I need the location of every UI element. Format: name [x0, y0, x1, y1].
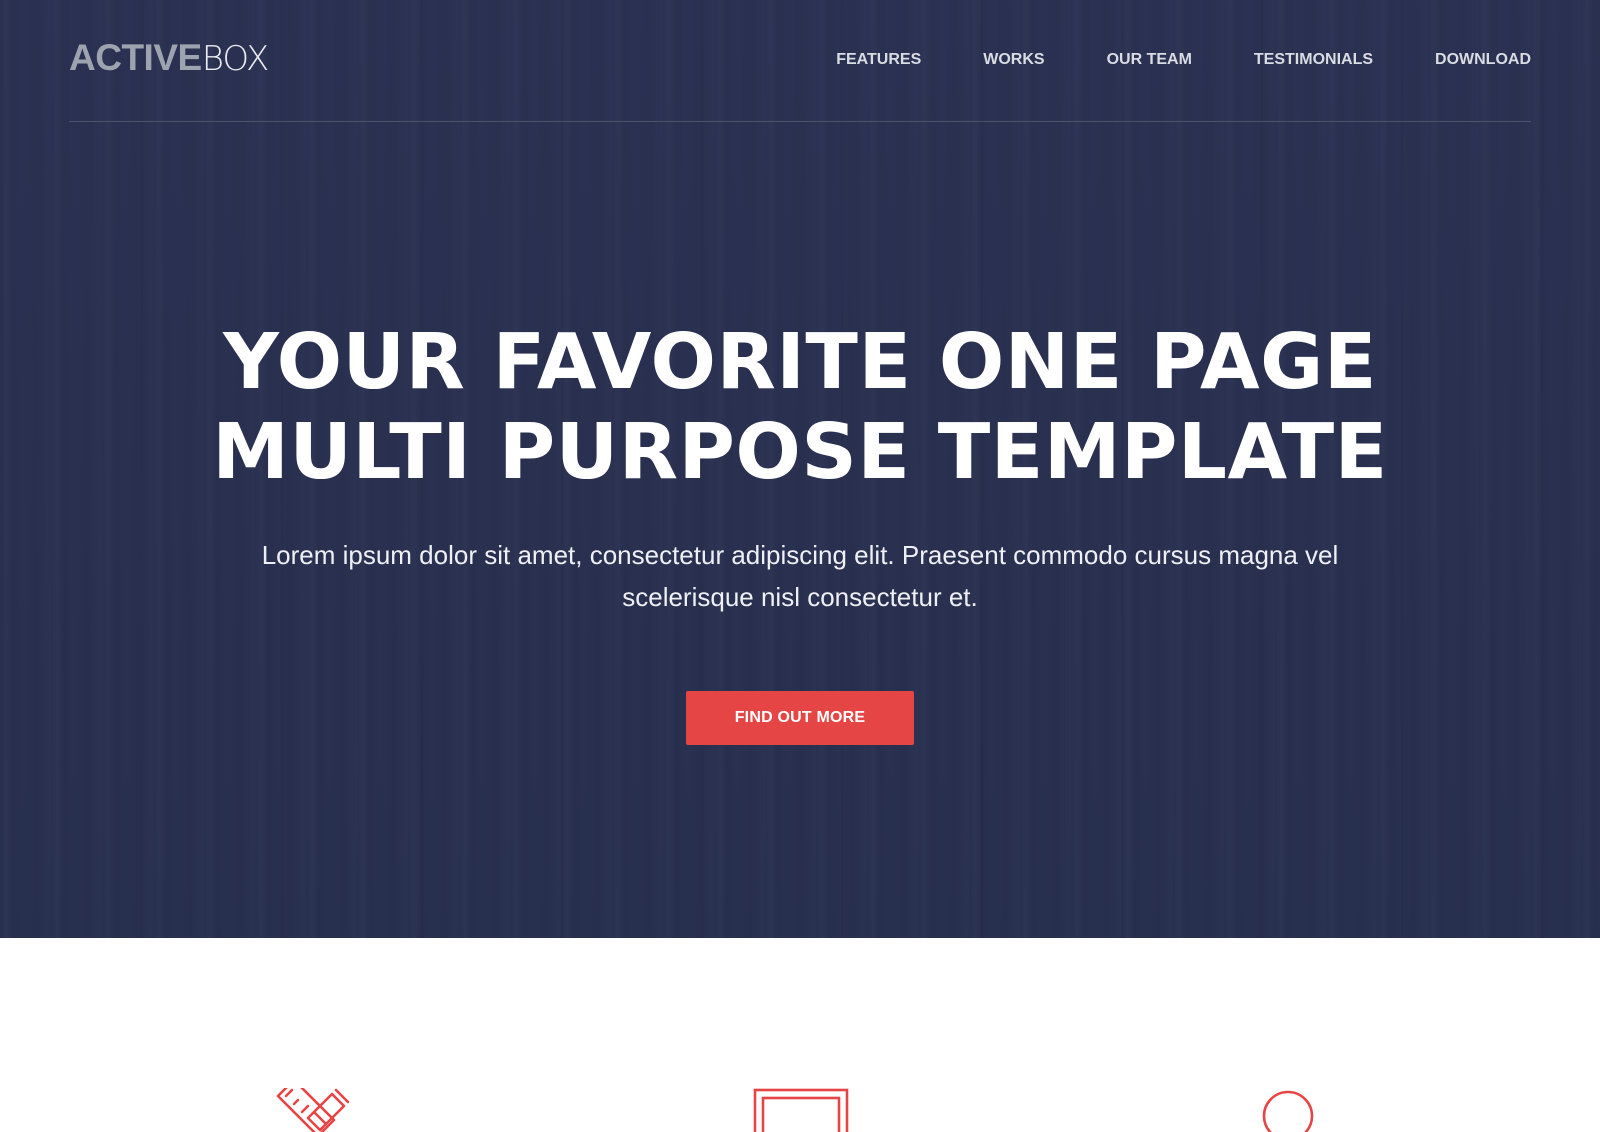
nav-item-features[interactable]: FEATURES [836, 48, 921, 72]
hero-subtitle: Lorem ipsum dolor sit amet, consectetur … [150, 534, 1450, 618]
hero-section: ACTIVEBOX FEATURES WORKS OUR TEAM TESTIM… [0, 0, 1600, 938]
hero-subtitle-line-1: Lorem ipsum dolor sit amet, consectetur … [261, 540, 1339, 570]
frame-icon [753, 1088, 849, 1132]
logo-bold-text: ACTIVE [69, 37, 202, 78]
features-section [0, 938, 1600, 1132]
nav-item-works[interactable]: WORKS [983, 48, 1044, 72]
hero-title-line-2: MULTI PURPOSE TEMPLATE [212, 408, 1388, 497]
main-nav: FEATURES WORKS OUR TEAM TESTIMONIALS DOW… [774, 48, 1531, 72]
circle-icon [1261, 1088, 1317, 1132]
logo-light-text: BOX [201, 39, 270, 79]
pencil-ruler-icon [272, 1088, 352, 1132]
hero-subtitle-line-2: scelerisque nisl consectetur et. [622, 582, 978, 612]
header-divider [69, 121, 1531, 122]
landing-page: ACTIVEBOX FEATURES WORKS OUR TEAM TESTIM… [0, 0, 1600, 1132]
logo[interactable]: ACTIVEBOX [69, 37, 270, 80]
nav-item-testimonials[interactable]: TESTIMONIALS [1254, 48, 1373, 72]
find-out-more-button[interactable]: FIND OUT MORE [686, 691, 914, 745]
hero-title-line-1: YOUR FAVORITE ONE PAGE [223, 318, 1377, 407]
hero-title: YOUR FAVORITE ONE PAGE MULTI PURPOSE TEM… [100, 318, 1500, 498]
nav-item-our-team[interactable]: OUR TEAM [1107, 48, 1192, 72]
nav-item-download[interactable]: DOWNLOAD [1435, 48, 1531, 72]
